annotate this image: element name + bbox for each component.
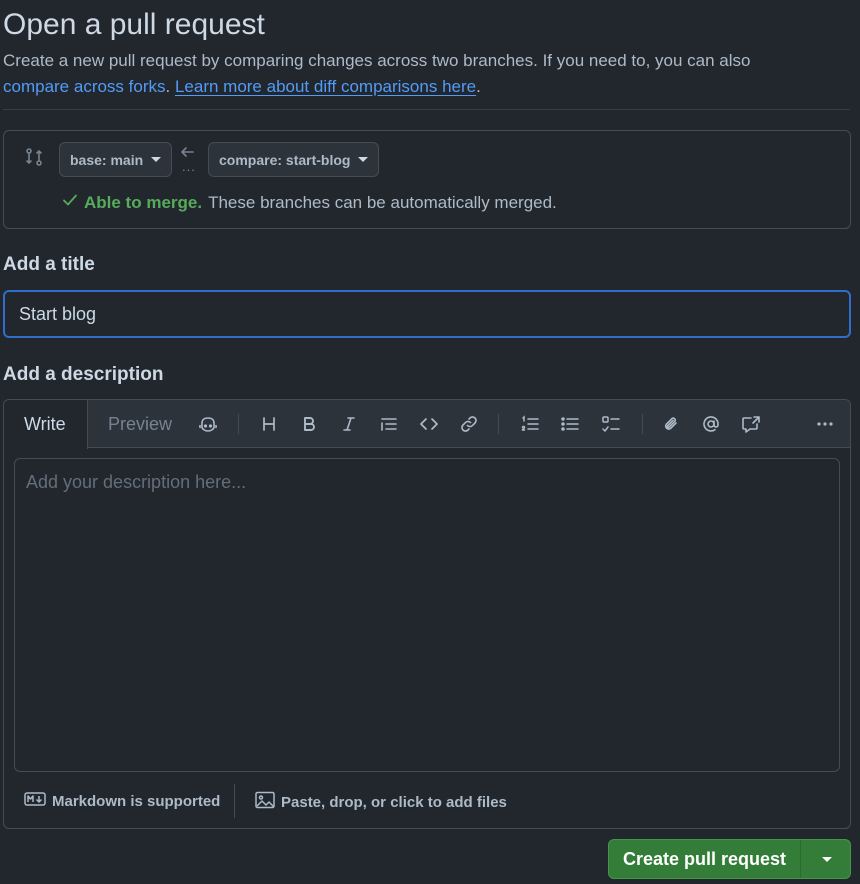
chevron-down-icon bbox=[821, 856, 832, 862]
base-branch-button[interactable]: base: main bbox=[59, 142, 173, 177]
link-icon[interactable] bbox=[457, 412, 481, 436]
merge-status-text: These branches can be automatically merg… bbox=[208, 192, 557, 212]
tab-write[interactable]: Write bbox=[4, 400, 88, 449]
tab-preview[interactable]: Preview bbox=[88, 400, 192, 448]
compare-branch-label: compare: start-blog bbox=[219, 151, 351, 168]
markdown-icon bbox=[24, 791, 46, 811]
title-label: Add a title bbox=[3, 254, 95, 275]
heading-icon[interactable] bbox=[257, 412, 281, 436]
cross-reference-icon[interactable] bbox=[739, 412, 763, 436]
footer-divider bbox=[234, 784, 235, 818]
italic-icon[interactable] bbox=[337, 412, 361, 436]
add-files-label: Paste, drop, or click to add files bbox=[281, 793, 507, 811]
merge-status: Able to merge. These branches can be aut… bbox=[62, 192, 557, 213]
compare-forks-link[interactable]: compare across forks bbox=[3, 77, 166, 96]
editor-toolbar: Write Preview bbox=[4, 400, 850, 449]
link-end: . bbox=[476, 77, 481, 96]
task-list-icon[interactable] bbox=[599, 412, 623, 436]
arrow-left-icon bbox=[179, 144, 197, 160]
image-icon bbox=[255, 791, 275, 813]
divider bbox=[3, 109, 850, 110]
compare-dots: ... bbox=[182, 159, 196, 174]
subtitle-text: Create a new pull request by comparing c… bbox=[3, 51, 751, 70]
code-icon[interactable] bbox=[417, 412, 441, 436]
mention-icon[interactable] bbox=[699, 412, 723, 436]
page: Open a pull request Create a new pull re… bbox=[0, 0, 860, 884]
copilot-icon[interactable] bbox=[196, 412, 220, 436]
compare-box: base: main ... compare: start-blog Able … bbox=[3, 130, 851, 229]
title-input[interactable] bbox=[3, 290, 851, 338]
toolbar-divider bbox=[238, 414, 239, 434]
compare-branch-button[interactable]: compare: start-blog bbox=[208, 142, 380, 177]
create-pr-button[interactable]: Create pull request bbox=[609, 840, 801, 878]
link-separator: . bbox=[165, 77, 175, 96]
chevron-down-icon bbox=[151, 157, 162, 162]
base-branch-label: base: main bbox=[70, 151, 144, 168]
page-title: Open a pull request bbox=[3, 8, 265, 41]
toolbar-divider bbox=[642, 414, 643, 434]
description-textarea[interactable] bbox=[14, 458, 840, 772]
unordered-list-icon[interactable] bbox=[558, 412, 582, 436]
ordered-list-icon[interactable] bbox=[518, 412, 542, 436]
learn-more-link[interactable]: Learn more about diff comparisons here bbox=[175, 77, 476, 96]
description-editor: Write Preview Add your description here.… bbox=[3, 399, 851, 829]
more-options-icon[interactable] bbox=[813, 412, 837, 436]
check-icon bbox=[62, 192, 78, 213]
chevron-down-icon bbox=[358, 157, 369, 162]
quote-icon[interactable] bbox=[377, 412, 401, 436]
git-compare-icon bbox=[24, 147, 44, 167]
attachment-icon[interactable] bbox=[659, 412, 683, 436]
markdown-note-label: Markdown is supported bbox=[52, 792, 221, 810]
toolbar-divider bbox=[498, 414, 499, 434]
create-pr-options-button[interactable] bbox=[801, 840, 850, 878]
page-subtitle: Create a new pull request by comparing c… bbox=[3, 48, 833, 100]
create-pr-split-button: Create pull request bbox=[608, 839, 851, 879]
add-files-button[interactable]: Paste, drop, or click to add files bbox=[255, 791, 507, 813]
bold-icon[interactable] bbox=[297, 412, 321, 436]
markdown-note[interactable]: Markdown is supported bbox=[24, 791, 220, 811]
description-label: Add a description bbox=[3, 364, 164, 385]
merge-status-label: Able to merge. bbox=[84, 192, 203, 212]
